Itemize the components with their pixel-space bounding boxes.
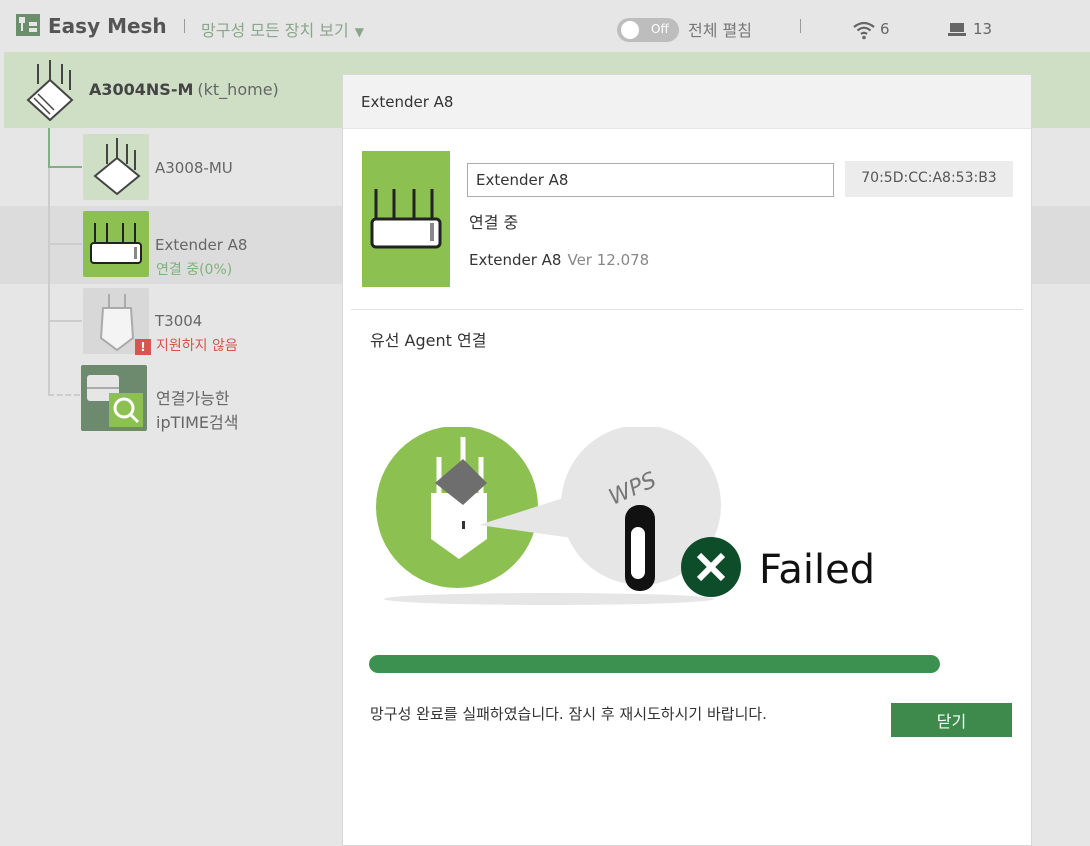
wired-agent-title: 유선 Agent 연결 (370, 331, 487, 350)
tree-node-label: T3004 (155, 312, 203, 330)
app-header: Easy Mesh 망구성 모든 장치 보기 ▼ Off 전체 펼침 6 13 (0, 0, 1090, 52)
device-detail-dialog: Extender A8 70:5D:CC:A8:53:B3 연결 중 Exten… (342, 74, 1032, 846)
close-button[interactable]: 닫기 (891, 703, 1012, 737)
wifi-icon (853, 21, 875, 40)
tree-connector-line (48, 166, 82, 168)
tree-node-status: 지원하지 않음 (156, 338, 238, 354)
view-all-devices-label: 망구성 모든 장치 보기 (201, 21, 349, 40)
header-separator (800, 19, 801, 33)
tree-node-label: Extender A8 (155, 236, 248, 254)
illustration-shadow (384, 593, 714, 605)
expand-all-toggle[interactable]: Off (617, 18, 679, 42)
tree-connector-line (48, 320, 82, 322)
router-icon (93, 138, 141, 196)
expand-all-label: 전체 펼침 (688, 21, 752, 40)
device-name-input[interactable] (467, 163, 834, 197)
root-device-name: A3004NS-M (kt_home) (89, 80, 279, 99)
tree-node-label: A3008-MU (155, 159, 233, 177)
progress-bar (369, 655, 940, 673)
wps-failed-illustration: WPS Failed (376, 427, 875, 605)
app-title: Easy Mesh (48, 14, 167, 38)
tree-connector-line (48, 243, 82, 245)
easy-mesh-logo-icon (16, 14, 40, 36)
wired-client-count: 13 (973, 20, 993, 38)
wifi-client-count: 6 (880, 20, 890, 38)
progress-bar-fill (369, 655, 940, 673)
search-iptime-line2: ipTIME검색 (156, 413, 239, 432)
device-model: Extender A8 (469, 251, 562, 269)
dialog-divider (351, 309, 1023, 310)
extender-icon (370, 189, 442, 249)
tree-node-a3008-mu[interactable] (83, 134, 149, 200)
device-model-line: Extender A8 Ver 12.078 (469, 251, 649, 269)
failure-message: 망구성 완료를 실패하였습니다. 잠시 후 재시도하시기 바랍니다. (370, 705, 767, 723)
search-iptime-line1: 연결가능한 (156, 389, 230, 408)
view-all-devices-dropdown[interactable]: 망구성 모든 장치 보기 ▼ (201, 17, 364, 41)
search-devices-icon (87, 375, 143, 427)
extender-icon (90, 223, 142, 264)
router-icon (26, 60, 74, 122)
firmware-version: Ver 12.078 (567, 251, 650, 269)
header-separator (184, 19, 185, 33)
caret-down-icon: ▼ (354, 25, 364, 39)
wired-pc-icon (948, 23, 966, 36)
root-device-model: A3004NS-M (89, 80, 194, 99)
mac-address: 70:5D:CC:A8:53:B3 (845, 161, 1013, 197)
root-device-ssid: (kt_home) (197, 80, 279, 99)
search-iptime-label: 연결가능한 ipTIME검색 (156, 387, 238, 435)
tree-node-extender-a8[interactable] (83, 211, 149, 277)
toggle-knob (621, 21, 639, 39)
failed-text: Failed (759, 547, 875, 593)
device-image (362, 151, 450, 287)
tree-connector-line (48, 168, 50, 394)
connection-status: 연결 중 (469, 213, 519, 232)
tree-connector-line (48, 394, 80, 396)
toggle-state-label: Off (651, 22, 669, 36)
dialog-title: Extender A8 (343, 75, 1031, 129)
search-iptime-button[interactable] (81, 365, 147, 431)
warning-icon: ! (135, 339, 151, 355)
tree-connector-line (48, 128, 50, 168)
tree-node-status: 연결 중(0%) (156, 262, 233, 278)
